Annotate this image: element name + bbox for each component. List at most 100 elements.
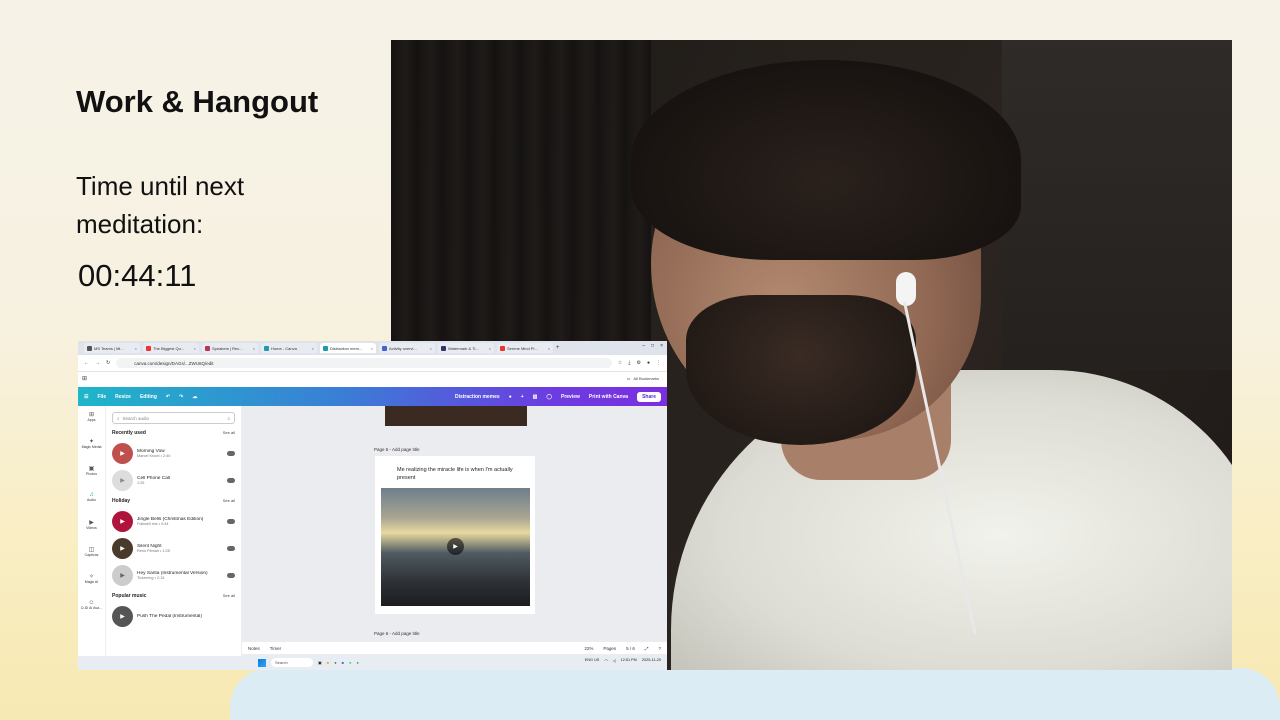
rail-item-captions[interactable]: ◫ Captions <box>78 541 105 568</box>
clock-date[interactable]: 2025-11-20 <box>642 658 661 663</box>
play-icon[interactable]: ▶ <box>112 538 133 559</box>
track-sub: Tickerring • 2:15 <box>137 576 165 580</box>
browser-tab[interactable]: Serene Mind Pl... × <box>497 343 553 353</box>
profile-avatar[interactable]: ● <box>647 360 650 366</box>
rail-item-magic-media[interactable]: ✦ Magic Media <box>78 433 105 460</box>
rail-item-videos[interactable]: ▶ Videos <box>78 514 105 541</box>
page-6-label[interactable]: Page 6 - Add page title <box>374 631 420 636</box>
rail-item-audio[interactable]: ♫ Audio <box>78 487 105 514</box>
preview-button[interactable]: Preview <box>561 394 580 400</box>
page-caption[interactable]: Me realizing the miracle life is when I'… <box>397 466 517 482</box>
play-icon[interactable]: ▶ <box>112 565 133 586</box>
star-icon[interactable]: ☆ <box>618 360 622 366</box>
rail-item-photos[interactable]: ▣ Photos <box>78 460 105 487</box>
audio-track[interactable]: ▶ Morning Vow Marcel Kroon • 2:40 <box>112 440 235 467</box>
browser-tab-bar: MS Teams | Mi... × The Biggest Qu... × Spe… <box>78 341 667 355</box>
see-all-link[interactable]: See all <box>223 593 235 599</box>
browser-tab[interactable]: Speakers | Rec... × <box>202 343 258 353</box>
url-field[interactable]: canva.com/design/DAGs/...ZWU6Q/edit <box>116 358 612 368</box>
audio-track[interactable]: ▶ Push The Pedal (Instrumental) <box>112 603 235 630</box>
close-icon[interactable]: × <box>371 346 373 351</box>
comment-icon[interactable]: ◯ <box>546 394 552 400</box>
audio-track[interactable]: ▶ Cell Phone Call 1:25 <box>112 467 235 494</box>
see-all-link[interactable]: See all <box>223 498 235 504</box>
volume-icon[interactable]: ◁ <box>613 658 616 663</box>
rail-label: Magic Media <box>81 445 102 449</box>
apps-grid-icon[interactable]: ⊞ <box>82 375 87 382</box>
close-icon[interactable]: × <box>312 346 314 351</box>
share-button[interactable]: Share <box>637 391 661 402</box>
help-icon[interactable]: ? <box>658 646 661 651</box>
browser-tab[interactable]: Home - Canva × <box>261 343 317 353</box>
print-with-canva-button[interactable]: Print with Canva <box>589 394 628 400</box>
teams-icon[interactable]: ■ <box>342 660 344 665</box>
windows-start-icon[interactable] <box>258 658 266 667</box>
filter-icon[interactable]: ≡ <box>227 416 230 421</box>
close-icon[interactable]: × <box>548 346 550 351</box>
audio-track[interactable]: ▶ Jingle Bells (Christmas Edition) Folkwe… <box>112 508 235 535</box>
browser-tab[interactable]: MS Teams | Mi... × <box>84 343 140 353</box>
browser-tab[interactable]: Activity overvi... × <box>379 343 435 353</box>
document-title[interactable]: Distraction memes <box>455 394 500 400</box>
maximize-icon[interactable]: □ <box>651 343 654 349</box>
file-explorer-icon[interactable]: ■ <box>327 660 329 665</box>
editing-dropdown[interactable]: Editing <box>140 394 157 400</box>
timer-button[interactable]: Timer <box>270 646 281 651</box>
page-5-label[interactable]: Page 5 - Add page title <box>374 447 420 452</box>
back-icon[interactable]: ← <box>84 360 89 366</box>
taskbar-search[interactable]: Search <box>271 658 313 667</box>
close-icon[interactable]: × <box>135 346 137 351</box>
analytics-icon[interactable]: ▥ <box>533 394 538 400</box>
wifi-icon[interactable]: ◠ <box>604 658 607 663</box>
play-icon[interactable]: ▶ <box>112 511 133 532</box>
play-icon[interactable]: ▶ <box>112 443 133 464</box>
new-tab-icon[interactable]: + <box>556 345 560 351</box>
minimize-icon[interactable]: – <box>642 343 645 349</box>
forward-icon[interactable]: → <box>95 360 100 366</box>
clock-time[interactable]: 12:51 PM <box>621 658 637 663</box>
rail-item-did-ai[interactable]: ☺ D-ID AI Ava... <box>78 595 105 622</box>
reload-icon[interactable]: ↻ <box>106 360 110 366</box>
previous-page-preview[interactable] <box>385 406 527 426</box>
all-bookmarks-link[interactable]: All Bookmarks <box>633 376 659 381</box>
close-icon[interactable]: × <box>489 346 491 351</box>
menu-icon[interactable]: ⋮ <box>656 360 661 366</box>
close-icon[interactable]: × <box>194 346 196 351</box>
play-icon[interactable]: ▶ <box>447 538 464 555</box>
menu-icon[interactable]: ☰ <box>84 394 88 400</box>
resize-button[interactable]: Resize <box>115 394 131 400</box>
close-icon[interactable]: × <box>253 346 255 351</box>
download-icon[interactable]: ⤓ <box>628 360 630 366</box>
spotify-icon[interactable]: ● <box>356 660 358 665</box>
redo-icon[interactable]: ↷ <box>179 394 183 400</box>
pages-button[interactable]: Pages <box>603 646 616 651</box>
rail-item-apps[interactable]: ⊞ Apps <box>78 406 105 433</box>
play-icon[interactable]: ▶ <box>112 470 133 491</box>
chrome-icon[interactable]: ● <box>334 660 336 665</box>
file-menu[interactable]: File <box>97 394 106 400</box>
browser-tab[interactable]: The Biggest Qu... × <box>143 343 199 353</box>
audio-track[interactable]: ▶ Silent Night Reno Pitman • 1:28 <box>112 535 235 562</box>
undo-icon[interactable]: ↶ <box>166 394 170 400</box>
page-5-card[interactable]: Me realizing the miracle life is when I'… <box>375 456 535 614</box>
audio-track[interactable]: ▶ Hey Santa (Instrumental Version) Ticker… <box>112 562 235 589</box>
close-icon[interactable]: × <box>430 346 432 351</box>
add-collaborator-icon[interactable]: + <box>521 394 524 400</box>
task-view-icon[interactable]: ▣ <box>318 660 322 665</box>
search-audio-input[interactable]: ⌕ Search audio ≡ <box>112 412 235 424</box>
whatsapp-icon[interactable]: ● <box>349 660 351 665</box>
notes-button[interactable]: Notes <box>248 646 260 651</box>
see-all-link[interactable]: See all <box>223 430 235 436</box>
sunset-video[interactable]: ▶ <box>381 488 530 606</box>
play-icon[interactable]: ▶ <box>112 606 133 627</box>
close-window-icon[interactable]: × <box>660 343 663 349</box>
fullscreen-icon[interactable]: ⤢ <box>645 646 649 651</box>
language-indicator[interactable]: ENG US <box>585 658 600 663</box>
browser-tab-active[interactable]: Distraction mem... × <box>320 343 376 353</box>
browser-tab[interactable]: Watermark & Ti... × <box>438 343 494 353</box>
extensions-icon[interactable]: ⚙ <box>636 360 640 366</box>
collaborator-avatar[interactable]: ● <box>509 394 512 400</box>
rail-item-magic-ai[interactable]: ✧ Magic AI <box>78 568 105 595</box>
cloud-save-icon[interactable]: ☁ <box>192 394 197 400</box>
zoom-level[interactable]: 22% <box>584 646 593 651</box>
